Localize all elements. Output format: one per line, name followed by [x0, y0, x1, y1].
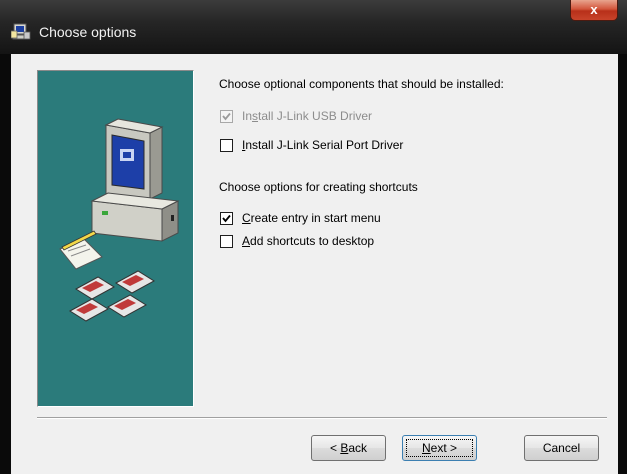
checkmark-icon	[222, 112, 231, 121]
close-icon: x	[590, 2, 598, 17]
checkbox-box[interactable]	[220, 235, 233, 248]
back-button-label: < Back	[329, 441, 368, 455]
checkbox-label[interactable]: Install J-Link Serial Port Driver	[242, 138, 403, 152]
checkbox-label[interactable]: Create entry in start menu	[242, 211, 381, 225]
components-heading: Choose optional components that should b…	[219, 77, 504, 91]
checkbox-box[interactable]	[220, 139, 233, 152]
side-illustration-panel	[37, 70, 194, 407]
checkbox-label: Install J-Link USB Driver	[242, 109, 373, 123]
back-button[interactable]: < Back	[311, 435, 386, 461]
dialog-body: Choose optional components that should b…	[11, 54, 618, 474]
next-button-label: Next >	[421, 441, 458, 455]
installer-computer-icon	[10, 22, 31, 42]
checkbox-install-serial-port-driver[interactable]: Install J-Link Serial Port Driver	[220, 138, 450, 154]
checkbox-box	[220, 110, 233, 123]
cancel-button[interactable]: Cancel	[524, 435, 599, 461]
checkbox-install-usb-driver: Install J-Link USB Driver	[220, 109, 420, 125]
checkbox-box[interactable]	[220, 212, 233, 225]
window-title: Choose options	[39, 24, 137, 40]
checkbox-add-desktop-shortcuts[interactable]: Add shortcuts to desktop	[220, 234, 440, 250]
dialog-window: Choose options x Choose optional compone…	[0, 0, 627, 474]
computer-with-disks-illustration	[59, 118, 180, 322]
shortcuts-heading: Choose options for creating shortcuts	[219, 180, 418, 194]
button-separator	[37, 417, 607, 419]
close-button[interactable]: x	[570, 0, 618, 21]
title-bar[interactable]: Choose options	[0, 0, 627, 54]
next-button[interactable]: Next >	[402, 435, 477, 461]
checkmark-icon	[222, 214, 231, 223]
checkbox-label[interactable]: Add shortcuts to desktop	[242, 234, 374, 248]
checkbox-create-start-menu-entry[interactable]: Create entry in start menu	[220, 211, 440, 227]
